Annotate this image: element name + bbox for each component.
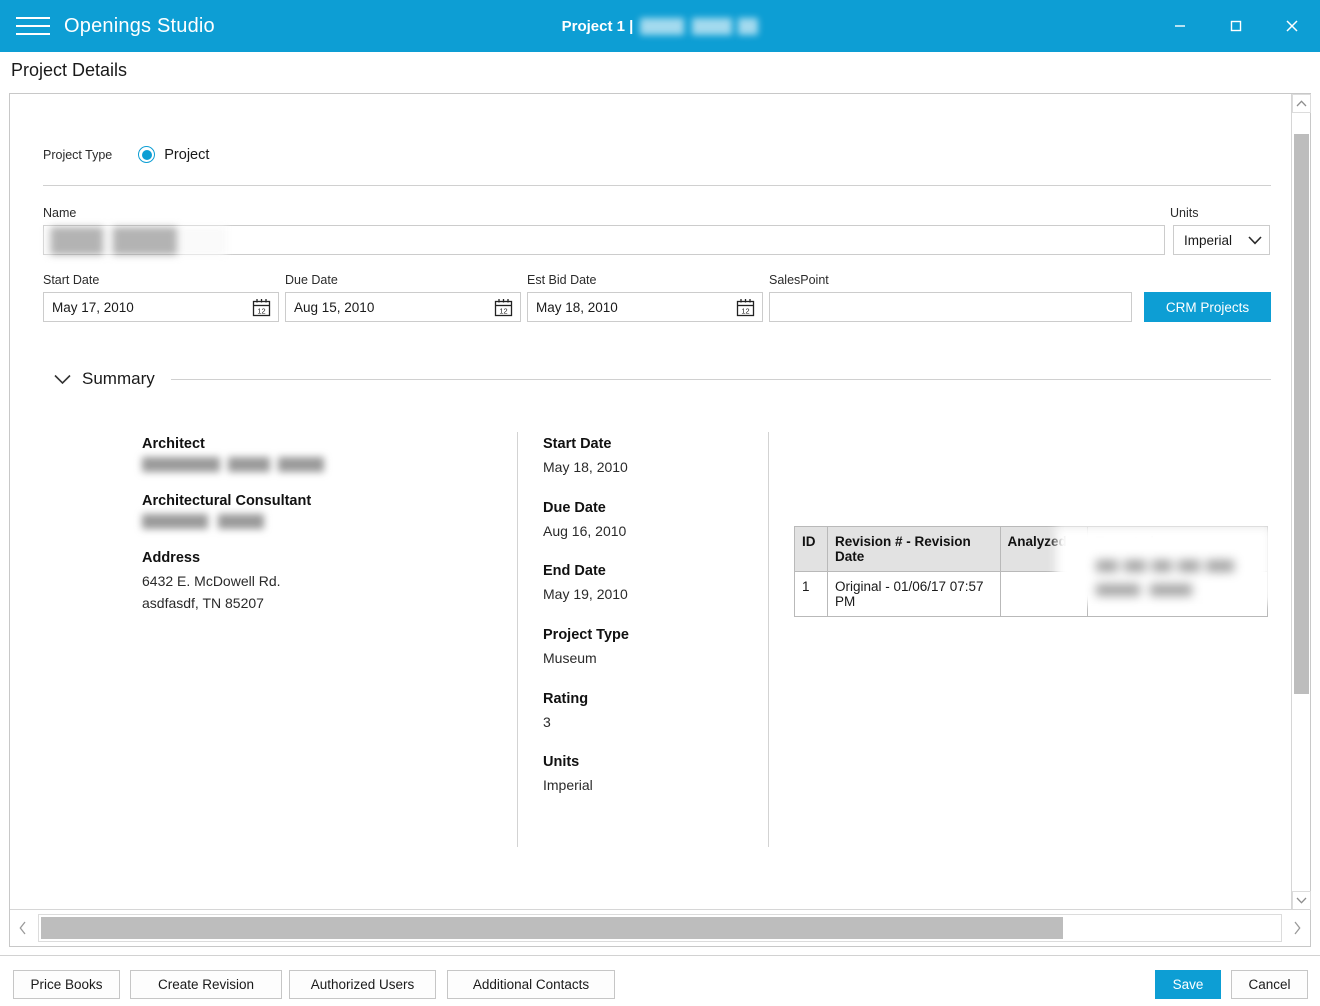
save-button[interactable]: Save (1155, 970, 1221, 999)
section-divider (43, 185, 1271, 186)
units-selected-value: Imperial (1184, 233, 1232, 248)
window-controls (1152, 0, 1320, 52)
hamburger-menu-icon[interactable] (16, 13, 50, 39)
horizontal-scrollbar-thumb[interactable] (41, 917, 1063, 939)
salespoint-label: SalesPoint (769, 273, 829, 287)
summary-field-units: Units Imperial (543, 754, 753, 797)
summary-rule (171, 379, 1271, 380)
svg-text:12: 12 (741, 306, 749, 315)
cancel-button[interactable]: Cancel (1231, 970, 1308, 999)
field-value: Aug 16, 2010 (543, 521, 753, 543)
field-key: Due Date (543, 500, 753, 516)
units-label: Units (1170, 206, 1198, 220)
est-bid-date-label: Est Bid Date (527, 273, 596, 287)
additional-contacts-button[interactable]: Additional Contacts (447, 970, 615, 999)
field-value: Museum (543, 648, 753, 670)
summary-field-architectural-consultant: Architectural Consultant (142, 493, 502, 529)
name-value-redacted (45, 227, 227, 255)
document-title-redacted (640, 18, 758, 35)
scroll-left-arrow-icon[interactable] (10, 911, 36, 946)
due-date-label: Due Date (285, 273, 338, 287)
due-date-input[interactable]: Aug 15, 2010 12 (285, 292, 521, 322)
field-key: Rating (543, 691, 753, 707)
vertical-scrollbar-thumb[interactable] (1294, 134, 1309, 694)
minimize-icon[interactable] (1152, 0, 1208, 52)
field-key: End Date (543, 563, 753, 579)
scroll-up-arrow-icon[interactable] (1292, 94, 1311, 113)
svg-text:12: 12 (499, 306, 507, 315)
scroll-down-arrow-icon[interactable] (1292, 891, 1311, 910)
summary-field-end-date: End Date May 19, 2010 (543, 563, 753, 606)
summary-column-separator (768, 432, 769, 847)
calendar-icon[interactable]: 12 (736, 298, 755, 317)
due-date-value: Aug 15, 2010 (294, 300, 374, 315)
close-icon[interactable] (1264, 0, 1320, 52)
summary-field-architect: Architect (142, 436, 502, 472)
create-revision-button[interactable]: Create Revision (130, 970, 282, 999)
chevron-down-icon (54, 374, 71, 385)
summary-middle-column: Start Date May 18, 2010 Due Date Aug 16,… (543, 436, 753, 818)
name-input[interactable] (43, 225, 1165, 255)
consultant-value-redacted (142, 514, 264, 529)
est-bid-date-input[interactable]: May 18, 2010 12 (527, 292, 763, 322)
salespoint-input[interactable] (769, 292, 1132, 322)
field-key: Address (142, 550, 502, 566)
field-value: 6432 E. McDowell Rd. asdfasdf, TN 85207 (142, 571, 502, 614)
column-header-revision[interactable]: Revision # - Revision Date (827, 527, 1000, 572)
summary-section-header[interactable]: Summary (54, 369, 1271, 389)
panel-scroll-content: Project Type Project Name Units Imperial… (10, 94, 1298, 910)
page-title: Project Details (11, 60, 127, 81)
horizontal-scrollbar-track[interactable] (38, 914, 1282, 942)
summary-left-column: Architect Architectural Consultant Addre… (142, 436, 502, 635)
calendar-icon[interactable]: 12 (494, 298, 513, 317)
field-key: Start Date (543, 436, 753, 452)
calendar-icon[interactable]: 12 (252, 298, 271, 317)
project-type-radio-label: Project (164, 147, 209, 163)
est-bid-date-value: May 18, 2010 (536, 300, 618, 315)
field-key: Architect (142, 436, 502, 452)
cell-revision: Original - 01/06/17 07:57 PM (827, 572, 1000, 617)
crm-projects-button[interactable]: CRM Projects (1144, 292, 1271, 322)
units-select[interactable]: Imperial (1173, 225, 1270, 255)
scroll-right-arrow-icon[interactable] (1284, 911, 1310, 946)
field-key: Architectural Consultant (142, 493, 502, 509)
field-value: May 18, 2010 (543, 457, 753, 479)
vertical-scrollbar[interactable] (1291, 94, 1310, 910)
svg-text:12: 12 (257, 306, 265, 315)
authorized-users-button[interactable]: Authorized Users (289, 970, 436, 999)
horizontal-scrollbar[interactable] (10, 909, 1310, 946)
project-type-radio[interactable]: Project (138, 146, 209, 163)
summary-field-project-type: Project Type Museum (543, 627, 753, 670)
column-header-id[interactable]: ID (795, 527, 828, 572)
radio-selected-icon (138, 146, 155, 163)
field-key: Project Type (543, 627, 753, 643)
summary-field-rating: Rating 3 (543, 691, 753, 734)
summary-field-address: Address 6432 E. McDowell Rd. asdfasdf, T… (142, 550, 502, 614)
maximize-icon[interactable] (1208, 0, 1264, 52)
exported-value-redacted (1056, 526, 1272, 604)
summary-field-due-date: Due Date Aug 16, 2010 (543, 500, 753, 543)
footer-toolbar: Price Books Create Revision Authorized U… (0, 955, 1320, 1006)
project-type-label: Project Type (43, 148, 112, 162)
project-type-row: Project Type Project (43, 146, 209, 163)
price-books-button[interactable]: Price Books (13, 970, 120, 999)
project-details-panel: Project Type Project Name Units Imperial… (9, 93, 1311, 947)
summary-title: Summary (82, 369, 155, 389)
field-value: Imperial (543, 775, 753, 797)
app-title: Openings Studio (64, 15, 215, 38)
architect-value-redacted (142, 457, 324, 472)
title-bar: Openings Studio Project 1 | (0, 0, 1320, 52)
start-date-label: Start Date (43, 273, 99, 287)
field-value: 3 (543, 712, 753, 734)
name-label: Name (43, 206, 76, 220)
summary-field-start-date: Start Date May 18, 2010 (543, 436, 753, 479)
field-key: Units (543, 754, 753, 770)
chevron-down-icon (1248, 233, 1262, 248)
start-date-value: May 17, 2010 (52, 300, 134, 315)
document-title-text: Project 1 | (562, 18, 634, 35)
summary-column-separator (517, 432, 518, 847)
field-value: May 19, 2010 (543, 584, 753, 606)
cell-id: 1 (795, 572, 828, 617)
start-date-input[interactable]: May 17, 2010 12 (43, 292, 279, 322)
